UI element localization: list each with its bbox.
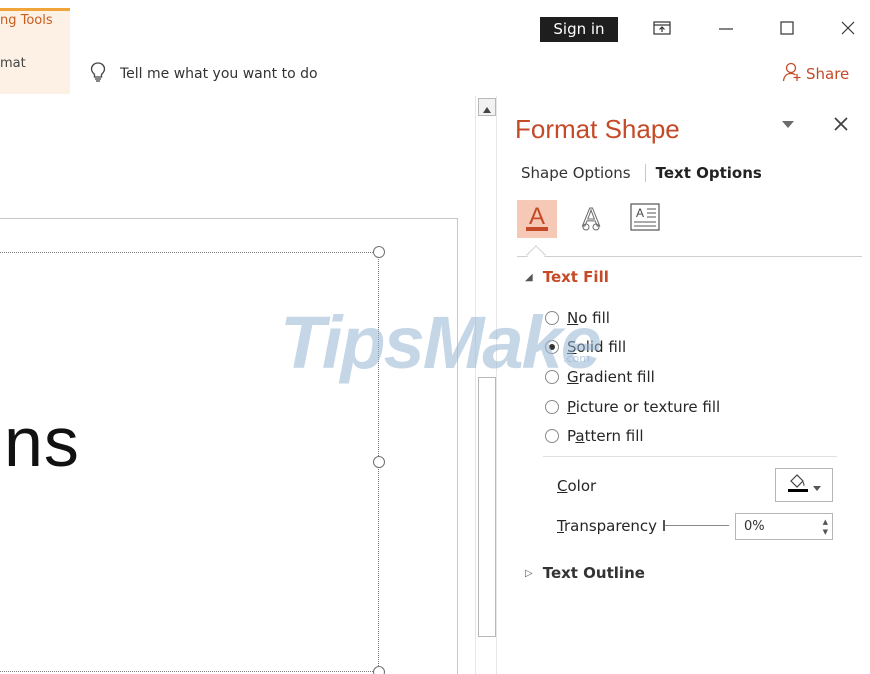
maximize-icon xyxy=(780,20,794,39)
transparency-slider[interactable] xyxy=(663,525,729,526)
maximize-button[interactable] xyxy=(769,14,805,44)
transparency-slider-thumb[interactable] xyxy=(663,520,665,531)
transparency-label: Transparency xyxy=(557,517,658,535)
spin-buttons[interactable]: ▲ ▼ xyxy=(823,517,828,537)
transparency-value: 0% xyxy=(744,519,765,534)
close-icon xyxy=(834,112,848,136)
slide-editing-area[interactable]: ns xyxy=(0,96,475,674)
pane-title: Format Shape xyxy=(515,114,680,144)
gradient-fill-label: Gradient fill xyxy=(567,368,655,386)
paint-bucket-icon xyxy=(787,473,809,497)
text-outline-heading: Text Outline xyxy=(542,564,645,582)
text-effects-icon: A xyxy=(578,202,604,236)
drawing-tools-label: ng Tools xyxy=(0,13,53,28)
minimize-button[interactable] xyxy=(708,14,744,44)
scroll-up-button[interactable] xyxy=(478,98,496,116)
no-fill-option[interactable]: No fill xyxy=(545,309,610,327)
pane-options-button[interactable] xyxy=(782,118,794,132)
ribbon-display-icon xyxy=(653,20,671,39)
pattern-fill-radio[interactable] xyxy=(545,429,559,443)
text-outline-section-header[interactable]: ▷ Text Outline xyxy=(525,564,645,582)
text-fill-outline-icon: A xyxy=(524,202,550,236)
collapse-arrow-icon: ◢ xyxy=(525,271,533,283)
resize-handle-bottom-right[interactable] xyxy=(373,666,385,674)
svg-text:A: A xyxy=(636,206,644,220)
expand-arrow-icon: ▷ xyxy=(525,567,533,579)
textbox-tab[interactable]: A xyxy=(625,200,665,238)
vertical-scrollbar[interactable] xyxy=(475,96,497,674)
pattern-fill-option[interactable]: Pattern fill xyxy=(545,427,644,445)
tab-text-options[interactable]: Text Options xyxy=(644,164,762,182)
textbox-icon: A xyxy=(630,203,660,235)
text-effects-tab[interactable]: A xyxy=(571,200,611,238)
format-tab[interactable]: mat xyxy=(0,56,26,71)
ribbon-display-options-button[interactable] xyxy=(644,14,680,44)
sign-in-button[interactable]: Sign in xyxy=(540,17,618,42)
resize-handle-right[interactable] xyxy=(373,456,385,468)
solid-fill-radio[interactable] xyxy=(545,340,559,354)
minimize-icon xyxy=(719,20,733,39)
solid-fill-option[interactable]: Solid fill xyxy=(545,338,626,356)
share-label: Share xyxy=(806,65,850,83)
lightbulb-icon xyxy=(90,62,106,86)
picture-texture-fill-label: Picture or texture fill xyxy=(567,398,721,416)
pane-tabs: Shape Options Text Options xyxy=(521,164,762,182)
chevron-down-icon xyxy=(782,118,794,132)
title-bar: ng Tools mat Tell me what you want to do… xyxy=(0,0,870,96)
close-window-button[interactable] xyxy=(830,14,866,44)
tab-divider xyxy=(517,256,862,257)
text-fill-outline-tab[interactable]: A xyxy=(517,200,557,238)
person-icon xyxy=(782,62,802,86)
slide-text[interactable]: ns xyxy=(4,407,80,477)
svg-text:A: A xyxy=(529,203,545,230)
close-icon xyxy=(841,20,855,39)
transparency-input[interactable]: 0% ▲ ▼ xyxy=(735,513,833,540)
share-button[interactable]: Share xyxy=(782,62,849,86)
text-fill-section-header[interactable]: ◢ Text Fill xyxy=(525,268,609,286)
gradient-fill-option[interactable]: Gradient fill xyxy=(545,368,655,386)
resize-handle-top-right[interactable] xyxy=(373,246,385,258)
solid-fill-label: Solid fill xyxy=(567,338,627,356)
no-fill-label: No fill xyxy=(567,309,610,327)
pane-close-button[interactable] xyxy=(834,112,848,136)
gradient-fill-radio[interactable] xyxy=(545,370,559,384)
text-options-icon-tabs: A A A xyxy=(517,200,869,265)
picture-texture-fill-option[interactable]: Picture or texture fill xyxy=(545,398,720,416)
tell-me-box[interactable]: Tell me what you want to do xyxy=(90,62,318,86)
format-shape-pane: Format Shape Shape Options Text Options … xyxy=(497,96,870,674)
svg-text:A: A xyxy=(582,202,600,232)
tell-me-text: Tell me what you want to do xyxy=(120,66,318,82)
chevron-down-icon xyxy=(813,476,821,495)
pattern-fill-label: Pattern fill xyxy=(567,427,644,445)
text-fill-heading: Text Fill xyxy=(542,268,609,286)
active-tab-pointer xyxy=(526,245,546,265)
color-picker-button[interactable] xyxy=(775,468,833,502)
picture-texture-fill-radio[interactable] xyxy=(545,400,559,414)
color-label: Color xyxy=(557,477,597,495)
section-separator xyxy=(543,456,837,457)
no-fill-radio[interactable] xyxy=(545,311,559,325)
tab-shape-options[interactable]: Shape Options xyxy=(521,164,645,182)
scroll-up-arrow-icon xyxy=(483,98,491,117)
scroll-thumb[interactable] xyxy=(478,377,496,637)
